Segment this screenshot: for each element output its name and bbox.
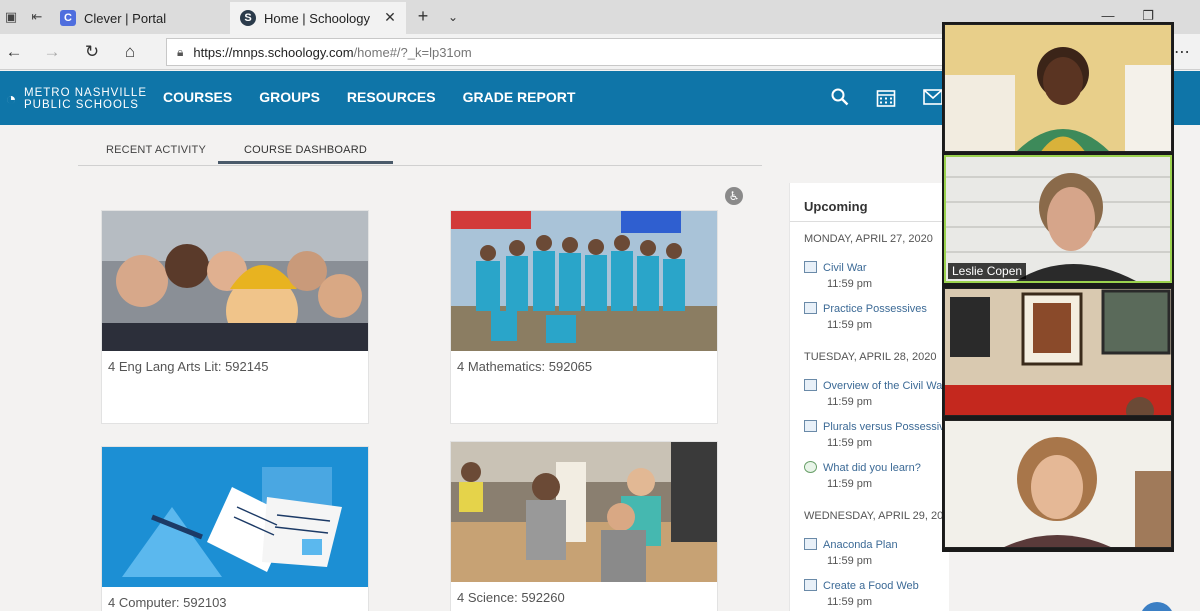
- course-title: 4 Mathematics: 592065: [457, 359, 593, 374]
- close-tab-icon[interactable]: ✕: [382, 9, 398, 25]
- tab-course-dashboard[interactable]: COURSE DASHBOARD: [218, 144, 393, 164]
- forward-arrow-icon[interactable]: →: [42, 42, 62, 62]
- messages-icon[interactable]: [922, 88, 944, 110]
- district-logo[interactable]: ◔ METRO NASHVILLE PUBLIC SCHOOLS: [0, 85, 147, 113]
- course-title: 4 Computer: 592103: [108, 595, 227, 610]
- assignment-icon: [804, 261, 817, 273]
- upcoming-time: 11:59 pm: [827, 596, 873, 608]
- upcoming-time: 11:59 pm: [827, 555, 873, 567]
- url-field[interactable]: 🔒︎ https://mnps.schoology.com/home#/?_k=…: [166, 38, 946, 66]
- new-tab-icon[interactable]: +: [414, 7, 432, 26]
- assignment-icon: [804, 579, 817, 591]
- participant-video[interactable]: [944, 288, 1172, 416]
- upcoming-item[interactable]: Overview of the Civil War: [804, 379, 946, 392]
- tab-title: Home | Schoology: [264, 10, 370, 26]
- assignment-icon: [804, 538, 817, 550]
- upcoming-item[interactable]: Practice Possessives: [804, 302, 927, 315]
- logo-line-2: PUBLIC SCHOOLS: [24, 99, 139, 111]
- browser-tab-schoology[interactable]: S Home | Schoology ✕: [230, 2, 406, 34]
- browser-tab-clever[interactable]: C Clever | Portal: [52, 2, 228, 34]
- course-card-math[interactable]: 4 Mathematics: 592065: [450, 210, 718, 424]
- upcoming-item[interactable]: Create a Food Web: [804, 579, 919, 592]
- upcoming-item[interactable]: Anaconda Plan: [804, 538, 898, 551]
- more-options-icon[interactable]: ⋯: [1174, 42, 1190, 62]
- upcoming-time: 11:59 pm: [827, 278, 873, 290]
- upcoming-time: 11:59 pm: [827, 396, 873, 408]
- back-arrow-icon[interactable]: ←: [4, 42, 24, 62]
- upcoming-title: Upcoming: [804, 199, 868, 214]
- course-title: 4 Eng Lang Arts Lit: 592145: [108, 359, 269, 374]
- home-subtabs: RECENT ACTIVITY COURSE DASHBOARD: [78, 140, 762, 166]
- participant-video-active[interactable]: Leslie Copen: [944, 155, 1172, 283]
- course-card-computer[interactable]: 4 Computer: 592103: [101, 446, 369, 611]
- tab-recent-activity[interactable]: RECENT ACTIVITY: [106, 144, 206, 156]
- discussion-icon: [804, 461, 817, 473]
- lock-icon: 🔒︎: [177, 44, 184, 59]
- schoology-favicon-icon: S: [240, 10, 256, 26]
- url-path: /home#/?_k=lp31om: [353, 44, 472, 60]
- upcoming-time: 11:59 pm: [827, 437, 873, 449]
- logo-line-1: METRO NASHVILLE: [24, 87, 147, 99]
- course-card-science[interactable]: 4 Science: 592260: [450, 441, 718, 611]
- participant-name: Leslie Copen: [948, 263, 1027, 279]
- course-title: 4 Science: 592260: [457, 590, 565, 605]
- assignment-icon: [804, 302, 817, 314]
- course-card-ela[interactable]: 4 Eng Lang Arts Lit: 592145: [101, 210, 369, 424]
- url-host: https://mnps.schoology.com: [193, 44, 354, 60]
- clever-favicon-icon: C: [60, 10, 76, 26]
- search-icon[interactable]: [829, 88, 851, 110]
- participant-video[interactable]: [944, 24, 1172, 152]
- upcoming-time: 11:59 pm: [827, 319, 873, 331]
- refresh-icon[interactable]: ↻: [82, 42, 102, 62]
- upcoming-item[interactable]: Plurals versus Possessives: [804, 420, 949, 433]
- upcoming-date: TUESDAY, APRIL 28, 2020: [804, 351, 937, 363]
- upcoming-panel: Upcoming MONDAY, APRIL 27, 2020 Civil Wa…: [789, 183, 949, 611]
- chevron-down-icon[interactable]: ⌄: [444, 8, 462, 26]
- divider: [790, 221, 949, 222]
- upcoming-date: MONDAY, APRIL 27, 2020: [804, 233, 933, 245]
- upcoming-date: WEDNESDAY, APRIL 29, 2020: [804, 510, 949, 522]
- course-image: [451, 442, 717, 582]
- main-nav: COURSES GROUPS RESOURCES GRADE REPORT: [163, 89, 602, 105]
- upcoming-item[interactable]: Civil War: [804, 261, 867, 274]
- nav-resources[interactable]: RESOURCES: [347, 89, 436, 105]
- logo-emblem-icon: ◔: [5, 89, 17, 109]
- course-image: [102, 211, 368, 351]
- course-image: [102, 447, 368, 587]
- nav-groups[interactable]: GROUPS: [259, 89, 320, 105]
- nav-courses[interactable]: COURSES: [163, 89, 232, 105]
- upcoming-time: 11:59 pm: [827, 478, 873, 490]
- participant-video[interactable]: [944, 420, 1172, 548]
- video-call-panel: Leslie Copen: [942, 22, 1174, 552]
- home-icon[interactable]: ⌂: [120, 42, 140, 62]
- calendar-icon[interactable]: [875, 88, 897, 110]
- tab-actions-icon[interactable]: ▣: [2, 8, 20, 26]
- upcoming-item[interactable]: What did you learn?: [804, 461, 921, 474]
- assignment-icon: [804, 379, 817, 391]
- nav-grade-report[interactable]: GRADE REPORT: [463, 89, 576, 105]
- set-tabs-aside-icon[interactable]: ⇤: [28, 8, 46, 26]
- course-image: [451, 211, 717, 351]
- accessibility-icon[interactable]: ♿︎: [725, 187, 743, 205]
- assignment-icon: [804, 420, 817, 432]
- scroll-to-top-button[interactable]: [1140, 602, 1174, 611]
- tab-title: Clever | Portal: [84, 10, 167, 26]
